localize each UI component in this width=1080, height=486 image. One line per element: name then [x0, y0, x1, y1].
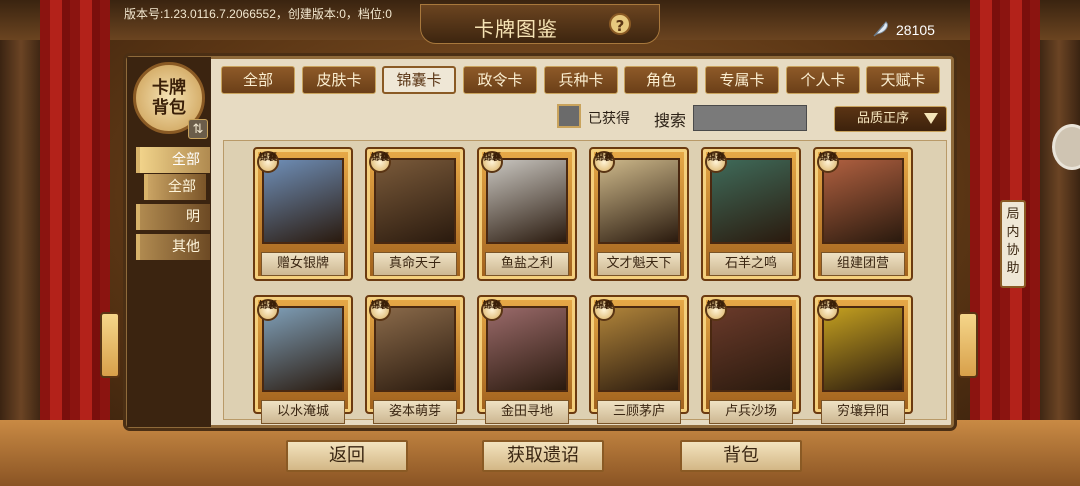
- card-item[interactable]: 锦囊卢兵沙场: [701, 295, 801, 424]
- title-bar: 卡牌图鉴 ?: [420, 4, 660, 44]
- card-name: 组建团营: [821, 252, 905, 276]
- sidebar-item-all[interactable]: 全部: [136, 147, 210, 173]
- card-badge: 锦囊: [593, 299, 615, 321]
- card-item[interactable]: 锦囊姿本萌芽: [365, 295, 465, 424]
- card-name: 姿本萌芽: [373, 400, 457, 424]
- sidebar-subitem-all[interactable]: 全部: [144, 174, 206, 200]
- lantern-left: [100, 312, 120, 378]
- card-badge: 锦囊: [369, 151, 391, 173]
- card-item[interactable]: 锦囊真命天子: [365, 147, 465, 281]
- search-input[interactable]: [693, 105, 807, 131]
- stage-pillar-right: [1038, 0, 1080, 486]
- card-item[interactable]: 锦囊赠女银牌: [253, 147, 353, 281]
- sidebar-item-other[interactable]: 其他: [136, 234, 210, 260]
- sort-dropdown-label: 品质正序: [857, 111, 910, 126]
- card-badge: 锦囊: [481, 151, 503, 173]
- card-item[interactable]: 锦囊文才魁天下: [589, 147, 689, 281]
- card-item[interactable]: 锦囊穷壤异阳: [813, 295, 913, 424]
- card-badge: 锦囊: [817, 299, 839, 321]
- card-item[interactable]: 锦囊三顾茅庐: [589, 295, 689, 424]
- tab-talent[interactable]: 天赋卡: [866, 66, 940, 94]
- sort-dropdown[interactable]: 品质正序: [834, 106, 947, 132]
- card-name: 文才魁天下: [597, 252, 681, 276]
- page-title: 卡牌图鉴: [474, 17, 558, 41]
- card-badge: 锦囊: [817, 151, 839, 173]
- in-game-assist-tab[interactable]: 局内协助: [1000, 200, 1026, 288]
- currency-display: 28105: [870, 18, 935, 42]
- lantern-right: [958, 312, 978, 378]
- tab-role[interactable]: 角色: [624, 66, 698, 94]
- swap-icon[interactable]: ⇅: [188, 119, 208, 139]
- back-button[interactable]: 返回: [286, 440, 408, 472]
- card-item[interactable]: 锦囊金田寻地: [477, 295, 577, 424]
- search-label: 搜索: [654, 111, 687, 130]
- obtained-checkbox[interactable]: [557, 104, 581, 128]
- tab-personal[interactable]: 个人卡: [786, 66, 860, 94]
- card-badge: 锦囊: [257, 151, 279, 173]
- get-edict-button[interactable]: 获取遗诏: [482, 440, 604, 472]
- tab-decree[interactable]: 政令卡: [463, 66, 537, 94]
- curtain-left: [40, 0, 110, 486]
- card-name: 石羊之鸣: [709, 252, 793, 276]
- tab-skin[interactable]: 皮肤卡: [302, 66, 376, 94]
- card-item[interactable]: 锦囊石羊之鸣: [701, 147, 801, 281]
- logo-text: 卡牌背包: [152, 78, 186, 118]
- sidebar-item-ming[interactable]: 明: [136, 204, 210, 230]
- feather-icon: [870, 19, 892, 41]
- card-item[interactable]: 锦囊以水淹城: [253, 295, 353, 424]
- tab-all[interactable]: 全部: [221, 66, 295, 94]
- bag-button[interactable]: 背包: [680, 440, 802, 472]
- stage-pillar-left: [0, 0, 42, 486]
- version-info: 版本号:1.23.0116.7.2066552，创建版本:0，档位:0: [124, 7, 392, 21]
- card-badge: 锦囊: [705, 151, 727, 173]
- card-item[interactable]: 锦囊鱼盐之利: [477, 147, 577, 281]
- card-name: 真命天子: [373, 252, 457, 276]
- card-name: 赠女银牌: [261, 252, 345, 276]
- card-item[interactable]: 锦囊组建团营: [813, 147, 913, 281]
- card-name: 鱼盐之利: [485, 252, 569, 276]
- card-name: 三顾茅庐: [597, 400, 681, 424]
- currency-value: 28105: [896, 22, 935, 38]
- tab-strategy[interactable]: 锦囊卡: [382, 66, 456, 94]
- card-badge: 锦囊: [705, 299, 727, 321]
- triangle-down-icon: [924, 113, 938, 124]
- help-icon[interactable]: ?: [609, 13, 631, 35]
- card-badge: 锦囊: [257, 299, 279, 321]
- tab-exclusive[interactable]: 专属卡: [705, 66, 779, 94]
- card-badge: 锦囊: [369, 299, 391, 321]
- card-badge: 锦囊: [593, 151, 615, 173]
- tab-troop[interactable]: 兵种卡: [544, 66, 618, 94]
- card-name: 金田寻地: [485, 400, 569, 424]
- card-badge: 锦囊: [481, 299, 503, 321]
- card-name: 卢兵沙场: [709, 400, 793, 424]
- card-name: 穷壤异阳: [821, 400, 905, 424]
- card-name: 以水淹城: [261, 400, 345, 424]
- obtained-label: 已获得: [588, 111, 630, 127]
